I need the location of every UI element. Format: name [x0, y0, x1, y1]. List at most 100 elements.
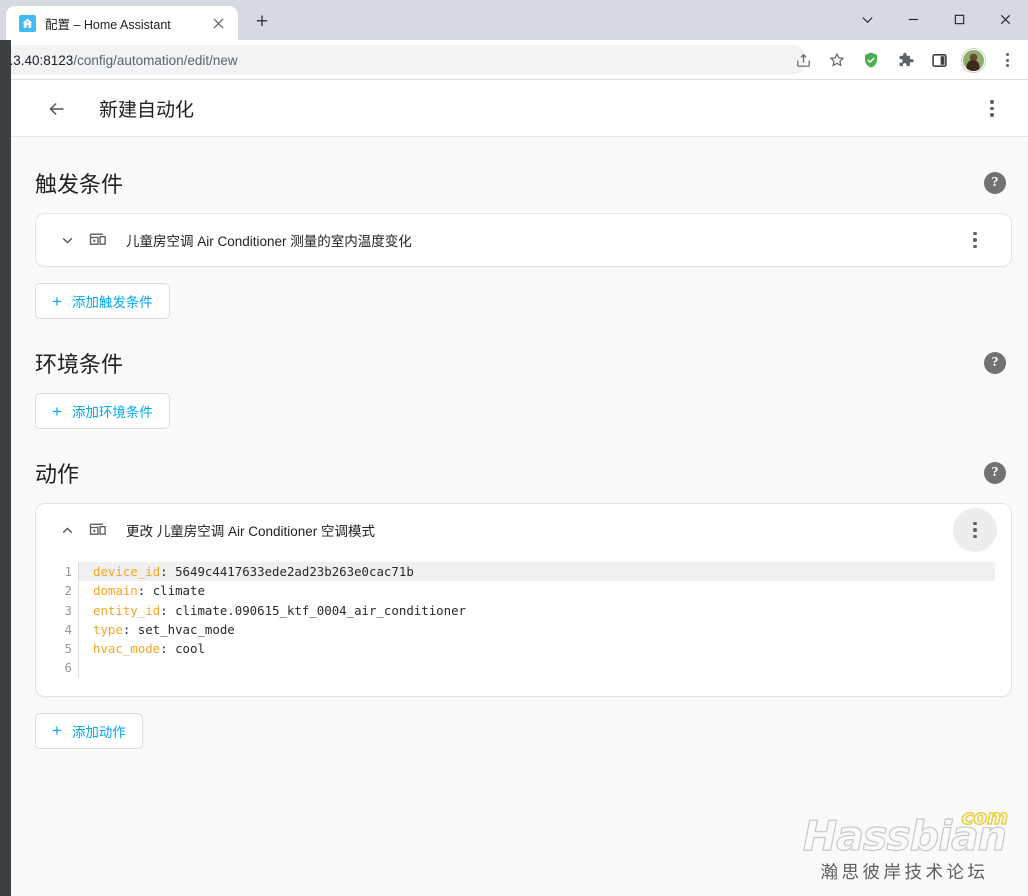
avatar [961, 48, 985, 72]
devices-icon [88, 230, 114, 250]
line-number: 6 [64, 660, 72, 676]
tab-strip: 配置 – Home Assistant + [0, 0, 277, 40]
app-content: 触发条件 ? 儿童房空调 Air Conditioner 测量的室内温度变化 +… [11, 137, 1028, 771]
url-text: 8.3.40:8123/config/automation/edit/new [2, 53, 238, 68]
yaml-code[interactable]: device_id: 5649c4417633ede2ad23b263e0cac… [78, 562, 995, 678]
yaml-line[interactable] [93, 658, 995, 677]
yaml-key: domain [93, 583, 138, 599]
browser-tab[interactable]: 配置 – Home Assistant [6, 6, 238, 40]
section-title: 触发条件 [35, 172, 124, 197]
chevron-down-icon[interactable] [54, 232, 80, 249]
app-toolbar: 新建自动化 [11, 81, 1028, 137]
forum-watermark: Hassbian com 瀚思彼岸技术论坛 [802, 806, 1008, 883]
yaml-key: type [93, 621, 123, 637]
trigger-card-kebab-icon[interactable] [953, 218, 997, 262]
yaml-value: set_hvac_mode [137, 621, 235, 637]
yaml-sep: : [160, 602, 176, 618]
address-bar[interactable]: 8.3.40:8123/config/automation/edit/new [0, 45, 807, 75]
plus-icon: + [52, 291, 62, 311]
yaml-sep: : [137, 583, 153, 599]
yaml-value: climate [152, 583, 205, 599]
watermark-tld: com [961, 804, 1009, 829]
yaml-line[interactable]: type: set_hvac_mode [93, 620, 995, 639]
close-icon[interactable] [209, 14, 228, 33]
browser-menu-kebab-icon[interactable] [990, 43, 1024, 77]
yaml-body[interactable]: 1 2 3 4 5 6 device_id: 5649c4417633ede2a… [52, 562, 995, 678]
add-action-button[interactable]: + 添加动作 [35, 712, 143, 749]
yaml-line-numbers: 1 2 3 4 5 6 [52, 562, 78, 678]
home-assistant-logo-icon [19, 14, 36, 32]
add-action-label: 添加动作 [71, 724, 126, 740]
yaml-value: climate.090615_ktf_0004_air_conditioner [175, 602, 466, 618]
overflow-kebab-icon[interactable] [974, 91, 1010, 127]
action-card-header[interactable]: 更改 儿童房空调 Air Conditioner 空调模式 [36, 504, 1011, 556]
yaml-key: device_id [93, 564, 161, 579]
back-arrow-icon[interactable] [39, 91, 75, 127]
yaml-sep: : [160, 641, 176, 657]
yaml-line[interactable]: domain: climate [93, 581, 995, 600]
line-number: 1 [64, 564, 72, 579]
window-controls [844, 0, 1028, 38]
browser-window: 配置 – Home Assistant + 8.3.40:8123/config… [0, 0, 1028, 896]
action-card-label: 更改 儿童房空调 Air Conditioner 空调模式 [126, 524, 376, 539]
action-card-kebab-icon[interactable] [953, 508, 997, 552]
help-question-icon[interactable]: ? [984, 462, 1006, 484]
share-icon[interactable] [786, 43, 820, 77]
add-condition-label: 添加环境条件 [71, 405, 153, 420]
section-title: 动作 [35, 462, 80, 487]
url-path: /config/automation/edit/new [73, 52, 238, 68]
watermark-subtitle: 瀚思彼岸技术论坛 [820, 862, 989, 883]
section-title: 环境条件 [35, 352, 124, 377]
yaml-line[interactable]: entity_id: climate.090615_ktf_0004_air_c… [93, 601, 995, 620]
minimize-icon[interactable] [890, 0, 936, 38]
new-tab-button[interactable]: + [247, 7, 277, 37]
watermark-brand-row: Hassbian com [802, 806, 1008, 859]
url-host: 8.3.40:8123 [2, 52, 74, 68]
toolbar-icons [786, 40, 1024, 80]
yaml-line[interactable]: hvac_mode: cool [93, 639, 995, 658]
bookmark-star-icon[interactable] [820, 43, 854, 77]
yaml-sep: : [122, 621, 138, 637]
plus-icon: + [52, 401, 62, 421]
help-question-icon[interactable]: ? [984, 352, 1006, 374]
yaml-value: 5649c4417633ede2ad23b263e0cac71b [175, 564, 414, 579]
yaml-sep: : [160, 564, 176, 579]
line-number: 5 [64, 641, 72, 657]
kebab-glyph [973, 521, 977, 539]
action-card[interactable]: 更改 儿童房空调 Air Conditioner 空调模式 1 2 3 4 5 [35, 503, 1012, 697]
yaml-key: hvac_mode [93, 641, 161, 657]
add-trigger-button[interactable]: + 添加触发条件 [35, 283, 170, 319]
yaml-line[interactable]: device_id: 5649c4417633ede2ad23b263e0cac… [79, 562, 995, 582]
add-condition-button[interactable]: + 添加环境条件 [35, 393, 170, 429]
home-assistant-app: 新建自动化 触发条件 ? 儿童房空调 Air Conditioner 测量的室内… [11, 81, 1028, 896]
add-trigger-label: 添加触发条件 [71, 295, 153, 310]
extensions-puzzle-icon[interactable] [888, 43, 922, 77]
kebab-glyph [1005, 53, 1009, 67]
close-window-icon[interactable] [982, 0, 1028, 38]
maximize-icon[interactable] [936, 0, 982, 38]
kebab-glyph [973, 231, 977, 249]
trigger-card-header[interactable]: 儿童房空调 Air Conditioner 测量的室内温度变化 [36, 214, 1011, 266]
browser-toolbar: 8.3.40:8123/config/automation/edit/new [0, 40, 1028, 80]
yaml-key: entity_id [93, 602, 161, 618]
side-panel-icon[interactable] [922, 43, 956, 77]
section-header-triggers: 触发条件 ? [35, 167, 1012, 199]
help-question-icon[interactable]: ? [984, 172, 1006, 194]
line-number: 4 [64, 621, 72, 637]
kebab-glyph [990, 100, 994, 117]
devices-icon [88, 520, 114, 540]
line-number: 2 [64, 583, 72, 599]
tab-title: 配置 – Home Assistant [45, 17, 171, 32]
adblock-shield-icon[interactable] [854, 43, 888, 77]
trigger-card-label: 儿童房空调 Air Conditioner 测量的室内温度变化 [126, 234, 412, 249]
tab-search-chevron-icon[interactable] [844, 0, 890, 38]
section-header-conditions: 环境条件 ? [35, 347, 1012, 379]
chevron-up-icon[interactable] [54, 522, 80, 539]
profile-avatar[interactable] [956, 43, 990, 77]
section-header-actions: 动作 ? [35, 457, 1012, 489]
plus-icon: + [52, 721, 62, 741]
page-title: 新建自动化 [99, 100, 195, 121]
yaml-value: cool [175, 641, 205, 657]
yaml-editor[interactable]: 1 2 3 4 5 6 device_id: 5649c4417633ede2a… [36, 556, 1011, 696]
trigger-card[interactable]: 儿童房空调 Air Conditioner 测量的室内温度变化 [35, 213, 1012, 267]
